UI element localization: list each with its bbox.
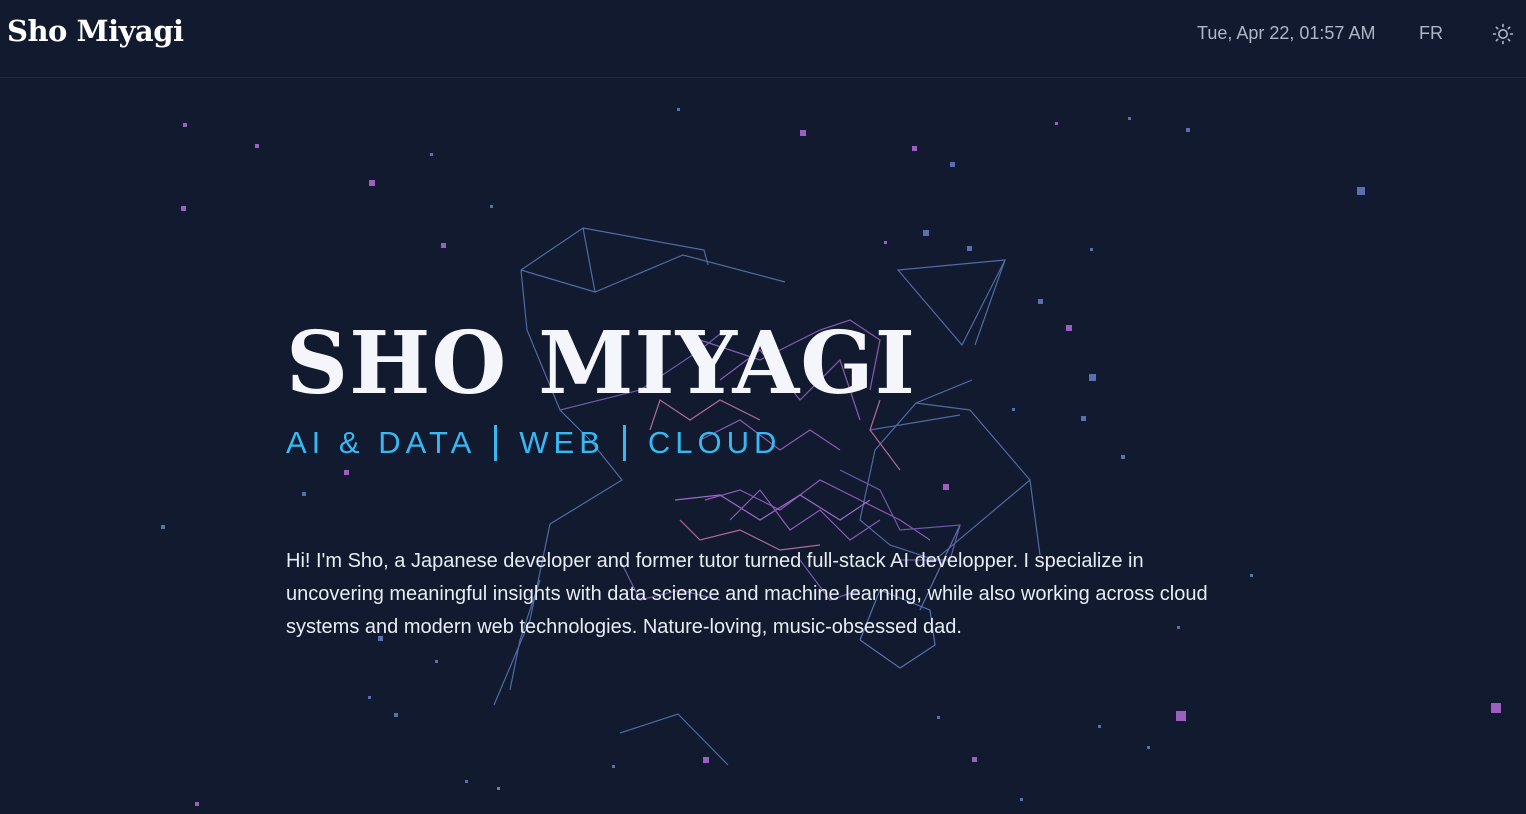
theme-toggle-button[interactable]	[1491, 22, 1515, 46]
page: Sho Miyagi Tue, Apr 22, 01:57 AM FR SHO …	[0, 0, 1526, 814]
subtitle-item-cloud: CLOUD	[647, 425, 782, 460]
site-logo-link[interactable]: Sho Miyagi	[7, 14, 184, 48]
current-datetime: Tue, Apr 22, 01:57 AM	[1197, 23, 1376, 43]
hero-description: Hi! I'm Sho, a Japanese developer and fo…	[286, 550, 1208, 638]
top-nav-bar: Sho Miyagi Tue, Apr 22, 01:57 AM FR	[0, 0, 1526, 78]
subtitle-item-ai-data: AI & DATA	[286, 425, 477, 460]
hero-subtitle: AI & DATA WEB CLOUD	[286, 425, 781, 461]
sun-icon	[1492, 23, 1514, 45]
subtitle-divider	[622, 425, 626, 461]
language-toggle-button[interactable]: FR	[1419, 23, 1443, 44]
hero-title: SHO MIYAGI	[286, 313, 916, 414]
subtitle-divider	[494, 425, 498, 461]
subtitle-item-web: WEB	[519, 425, 605, 460]
